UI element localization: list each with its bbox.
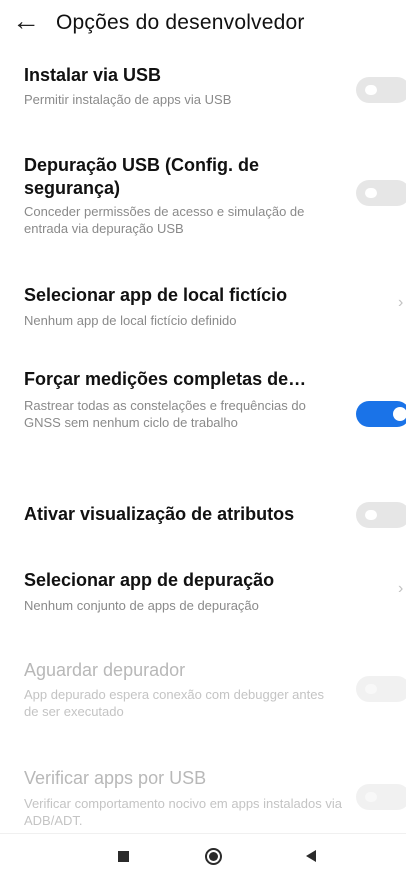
setting-select-debug-app[interactable]: Selecionar app de depuração Nenhum conju… [0,566,406,618]
system-navigation-bar [0,833,406,874]
toggle-knob [365,85,377,95]
home-circle-icon[interactable] [205,848,222,865]
setting-title: Verificar apps por USB [24,768,207,788]
toggle-knob [365,188,377,198]
verify-apps-usb-toggle [356,784,406,810]
wait-for-debugger-toggle [356,676,406,702]
setting-usb-debugging-security[interactable]: Depuração USB (Config. de segurança) Con… [0,150,406,246]
setting-wait-for-debugger: Aguardar depurador App depurado espera c… [0,656,406,724]
chevron-right-icon: › [398,294,404,311]
setting-subtitle: Nenhum conjunto de apps de depuração [24,598,259,613]
setting-subtitle: Conceder permissões de acesso e simulaçã… [24,204,305,236]
back-arrow-icon[interactable]: ← [12,6,40,36]
setting-view-attribute-inspection[interactable]: Ativar visualização de atributos [0,501,406,531]
setting-install-via-usb[interactable]: Instalar via USB Permitir instalação de … [0,60,406,124]
setting-title: Forçar medições completas de… [24,369,307,389]
setting-title: Aguardar depurador [24,660,186,680]
setting-subtitle: Verificar comportamento nocivo em apps i… [24,796,342,828]
back-triangle-icon[interactable] [306,850,316,862]
recents-square-icon[interactable] [118,851,129,862]
setting-title: Instalar via USB [24,65,162,85]
view-attribute-inspection-toggle[interactable] [356,502,406,528]
setting-title: Selecionar app de depuração [24,570,275,590]
setting-title: Ativar visualização de atributos [24,504,295,524]
setting-force-full-gnss-measurements[interactable]: Forçar medições completas de… Rastrear t… [0,364,406,460]
toggle-knob [365,510,377,520]
toggle-knob [365,792,377,802]
setting-title: Selecionar app de local fictício [24,285,288,305]
toggle-knob [393,407,406,421]
setting-select-mock-location-app[interactable]: Selecionar app de local fictício Nenhum … [0,280,406,332]
usb-debugging-security-toggle[interactable] [356,180,406,206]
setting-title: Depuração USB (Config. de segurança) [24,155,260,198]
setting-subtitle: Permitir instalação de apps via USB [24,92,232,107]
page-title: Opções do desenvolvedor [56,11,305,34]
setting-subtitle: App depurado espera conexão com debugger… [24,687,324,719]
setting-subtitle: Nenhum app de local fictício definido [24,313,237,328]
force-full-gnss-toggle[interactable] [356,401,406,427]
app-bar: ← Opções do desenvolvedor [0,0,406,48]
toggle-knob [365,684,377,694]
chevron-right-icon: › [398,580,404,597]
setting-verify-apps-over-usb: Verificar apps por USB Verificar comport… [0,764,406,832]
setting-subtitle: Rastrear todas as constelações e frequên… [24,398,306,430]
install-via-usb-toggle[interactable] [356,77,406,103]
